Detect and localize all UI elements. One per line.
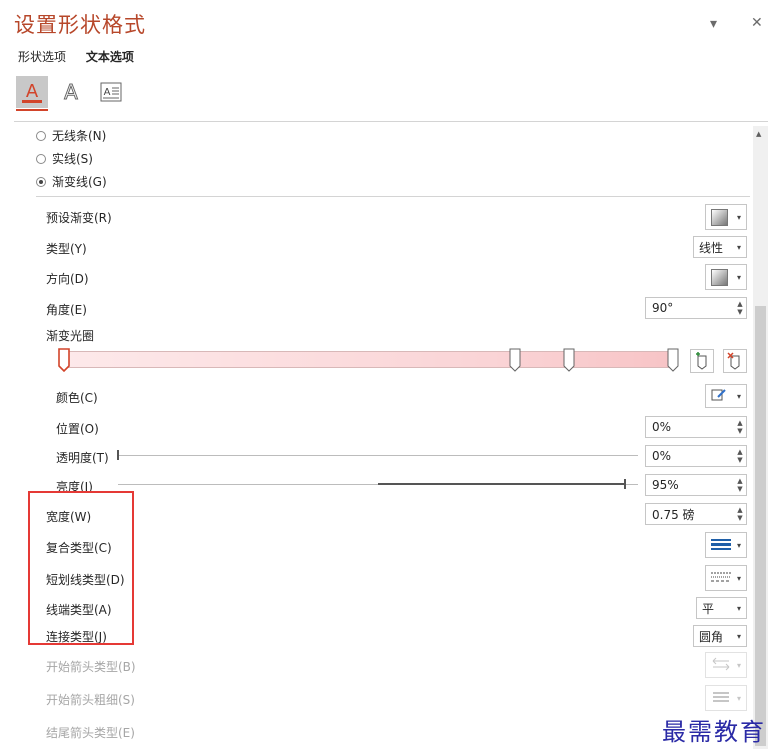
transparency-slider-thumb[interactable]: [117, 450, 119, 460]
arrow-type-icon: [711, 657, 731, 674]
brightness-value: 95%: [652, 478, 679, 492]
arrow-size-icon: [711, 690, 731, 707]
brightness-slider-fill: [378, 483, 626, 485]
remove-gradient-stop-icon[interactable]: [723, 349, 747, 373]
dash-type-dropdown[interactable]: ▾: [705, 565, 747, 591]
type-value: 线性: [699, 240, 724, 255]
gradient-stops-bar[interactable]: [64, 351, 673, 368]
cap-type-value: 平: [702, 601, 715, 616]
svg-text:A: A: [104, 87, 111, 98]
transparency-slider-track[interactable]: [118, 455, 638, 456]
add-gradient-stop-icon[interactable]: [690, 349, 714, 373]
close-icon[interactable]: ✕: [751, 15, 763, 31]
gradient-swatch-icon: [711, 208, 728, 226]
radio-button[interactable]: [36, 153, 46, 164]
spinner-arrows-icon[interactable]: ▲ ▼: [734, 506, 746, 522]
tab-shape-options[interactable]: 形状选项: [18, 50, 66, 64]
chevron-down-icon: ▾: [736, 272, 741, 282]
chevron-down-icon: ▾: [736, 242, 741, 252]
active-tab-indicator: [16, 109, 48, 111]
join-type-value: 圆角: [699, 629, 724, 644]
end-arrow-type-label: 结尾箭头类型(E): [46, 726, 135, 740]
begin-arrow-size-label: 开始箭头粗细(S): [46, 693, 135, 707]
direction-dropdown[interactable]: ▾: [705, 264, 747, 290]
position-spinner[interactable]: 0% ▲ ▼: [645, 416, 747, 438]
chevron-down-icon: ▾: [736, 573, 741, 583]
chevron-down-icon: ▾: [736, 693, 741, 703]
radio-solid-line[interactable]: 实线(S): [36, 150, 93, 167]
transparency-value: 0%: [652, 449, 672, 463]
options-tabs: 形状选项 文本选项: [18, 48, 150, 65]
position-value: 0%: [652, 420, 672, 434]
brightness-spinner[interactable]: 95% ▲ ▼: [645, 474, 747, 496]
pane-title: 设置形状格式: [14, 13, 146, 37]
spinner-arrows-icon[interactable]: ▲ ▼: [734, 300, 746, 316]
width-spinner[interactable]: 0.75 磅 ▲ ▼: [645, 503, 747, 525]
begin-arrow-size-dropdown: ▾: [705, 685, 747, 711]
radio-button[interactable]: [36, 130, 46, 141]
highlight-box: [28, 491, 134, 645]
chevron-down-icon: ▾: [736, 631, 741, 641]
pen-color-icon: [711, 388, 727, 405]
width-value: 0.75 磅: [652, 507, 695, 522]
gradient-stops-label: 渐变光圈: [46, 329, 95, 343]
preset-gradient-label: 预设渐变(R): [46, 211, 112, 225]
type-dropdown[interactable]: 线性 ▾: [693, 236, 747, 258]
join-type-dropdown[interactable]: 圆角 ▾: [693, 625, 747, 647]
gradient-stop-marker[interactable]: [509, 348, 521, 372]
radio-gradient-line[interactable]: 渐变线(G): [36, 173, 107, 190]
section-divider: [36, 196, 750, 197]
chevron-down-icon: ▾: [736, 603, 741, 613]
header-divider: [14, 121, 768, 122]
type-label: 类型(Y): [46, 242, 87, 256]
radio-no-line[interactable]: 无线条(N): [36, 127, 106, 144]
direction-label: 方向(D): [46, 272, 89, 286]
angle-spinner[interactable]: 90° ▲ ▼: [645, 297, 747, 319]
text-fill-outline-icon[interactable]: A: [16, 76, 48, 108]
position-label: 位置(O): [56, 422, 99, 436]
chevron-down-icon: ▾: [736, 540, 741, 550]
transparency-spinner[interactable]: 0% ▲ ▼: [645, 445, 747, 467]
tab-text-options[interactable]: 文本选项: [86, 50, 134, 64]
angle-label: 角度(E): [46, 303, 87, 317]
radio-label: 实线(S): [52, 152, 93, 166]
radio-label: 无线条(N): [52, 129, 107, 143]
svg-text:A: A: [26, 81, 39, 102]
begin-arrow-type-label: 开始箭头类型(B): [46, 660, 136, 674]
color-label: 颜色(C): [56, 391, 98, 405]
text-effects-icon[interactable]: A: [55, 76, 87, 108]
scrollbar-thumb[interactable]: [755, 306, 766, 746]
radio-button[interactable]: [36, 176, 46, 187]
chevron-down-icon: ▾: [736, 391, 741, 401]
angle-value: 90°: [652, 301, 674, 315]
brightness-slider-thumb[interactable]: [624, 479, 626, 489]
dash-lines-icon: [711, 570, 731, 587]
gradient-stop-marker[interactable]: [667, 348, 679, 372]
preset-gradient-dropdown[interactable]: ▾: [705, 204, 747, 230]
transparency-label: 透明度(T): [56, 451, 109, 465]
direction-swatch-icon: [711, 268, 728, 286]
chevron-down-icon: ▾: [736, 660, 741, 670]
spinner-arrows-icon[interactable]: ▲ ▼: [734, 448, 746, 464]
begin-arrow-type-dropdown: ▾: [705, 652, 747, 678]
gradient-stop-marker[interactable]: [563, 348, 575, 372]
spinner-arrows-icon[interactable]: ▲ ▼: [734, 419, 746, 435]
compound-type-dropdown[interactable]: ▾: [705, 532, 747, 558]
compound-lines-icon: [711, 537, 731, 554]
pane-options-dropdown-icon[interactable]: ▾: [710, 16, 717, 32]
scroll-up-icon[interactable]: ▲: [756, 130, 761, 138]
gradient-stop-marker[interactable]: [58, 348, 70, 373]
chevron-down-icon: ▾: [736, 212, 741, 222]
svg-text:A: A: [64, 80, 78, 104]
cap-type-dropdown[interactable]: 平 ▾: [696, 597, 747, 619]
spinner-arrows-icon[interactable]: ▲ ▼: [734, 477, 746, 493]
radio-label: 渐变线(G): [52, 175, 107, 189]
watermark-text: 最需教育: [662, 718, 766, 746]
text-box-icon[interactable]: A: [95, 76, 127, 108]
color-dropdown[interactable]: ▾: [705, 384, 747, 408]
